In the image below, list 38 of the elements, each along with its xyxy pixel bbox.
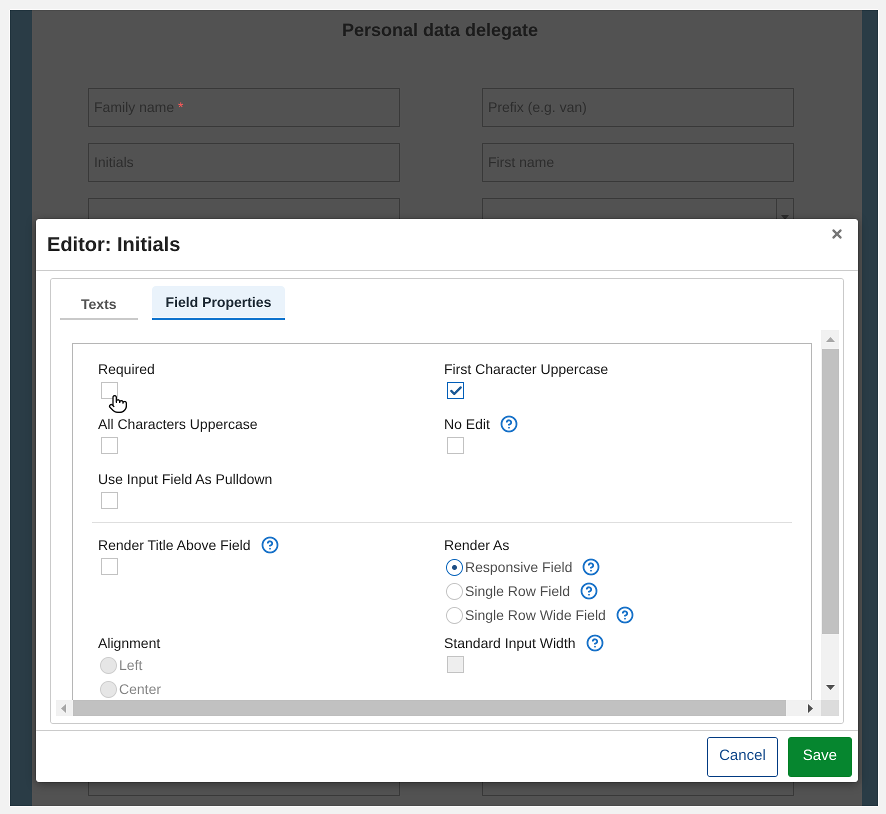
option-label: All Characters Uppercase	[98, 414, 258, 434]
save-button[interactable]: Save	[788, 736, 852, 776]
cancel-button[interactable]: Cancel	[707, 736, 778, 776]
scroll-right-icon[interactable]	[808, 704, 813, 712]
option-label: First Character Uppercase	[444, 360, 608, 379]
dialog-title: Editor: Initials	[47, 232, 180, 258]
check-icon	[448, 384, 462, 398]
radio-button[interactable]	[446, 582, 463, 600]
help-icon[interactable]	[580, 582, 598, 600]
checkbox[interactable]	[101, 437, 118, 454]
scrollbar-corner	[821, 700, 839, 716]
radio-button[interactable]	[446, 606, 463, 624]
option-label: No Edit	[444, 414, 490, 434]
radio-option[interactable]: Single Row Field	[446, 580, 570, 602]
option-label: Required	[98, 360, 155, 379]
option-label: Standard Input Width	[444, 634, 576, 653]
hand-cursor-icon	[108, 394, 128, 414]
scroll-down-icon[interactable]	[826, 685, 834, 690]
checkbox[interactable]	[447, 382, 464, 399]
option-label: Render Title Above Field	[98, 536, 251, 554]
close-button[interactable]	[830, 227, 844, 241]
checkbox[interactable]	[101, 558, 118, 575]
help-icon[interactable]	[260, 536, 279, 554]
vertical-scrollbar[interactable]	[821, 330, 839, 700]
help-icon[interactable]	[616, 606, 634, 624]
radio-option[interactable]: Responsive Field	[446, 556, 572, 578]
checkbox[interactable]	[101, 492, 118, 509]
radio-button[interactable]	[446, 558, 463, 576]
help-icon[interactable]	[582, 558, 600, 576]
option-label: Use Input Field As Pulldown	[98, 470, 272, 489]
horizontal-scrollbar[interactable]	[56, 700, 821, 716]
tab[interactable]: Field Properties	[152, 286, 286, 320]
tab[interactable]: Texts	[60, 286, 138, 320]
checkbox[interactable]	[447, 437, 464, 454]
group-label: Render As	[444, 536, 510, 555]
radio-option[interactable]: Single Row Wide Field	[446, 604, 606, 626]
help-icon[interactable]	[500, 415, 518, 433]
group-label: Alignment	[98, 634, 162, 653]
